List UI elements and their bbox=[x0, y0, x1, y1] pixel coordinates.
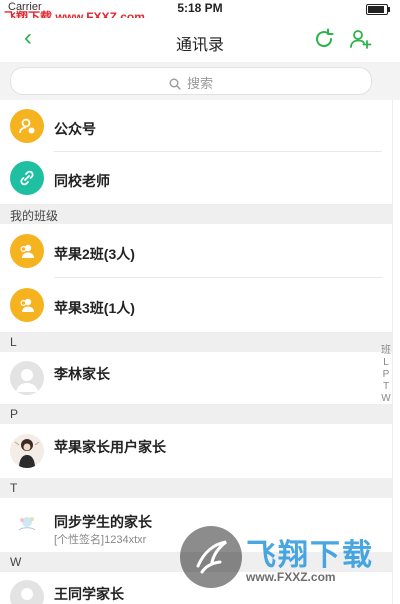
list-item-school-teachers[interactable]: 同校老师 bbox=[0, 152, 392, 204]
section-label: T bbox=[10, 481, 18, 495]
watermark-logo-icon bbox=[180, 526, 242, 588]
alphabet-index-bar[interactable]: 班 L P T W bbox=[380, 345, 392, 405]
list-item-label: 公众号 bbox=[54, 121, 96, 137]
search-placeholder: 搜索 bbox=[186, 76, 213, 91]
page-title: 通讯录 bbox=[175, 37, 224, 54]
section-header-my-classes: 我的班级 bbox=[0, 204, 392, 224]
group-icon bbox=[10, 234, 44, 268]
signature-text: [个性签名]1234xtxr bbox=[54, 534, 147, 546]
list-item-class-2[interactable]: 苹果2班(3人) bbox=[0, 224, 392, 278]
section-header-l: L bbox=[0, 332, 392, 352]
list-item-label: 苹果3班(1人) bbox=[54, 300, 135, 316]
section-label: P bbox=[10, 407, 19, 421]
index-letter[interactable]: L bbox=[380, 357, 392, 369]
scrollbar[interactable] bbox=[392, 100, 400, 604]
watermark-url: www.FXXZ.com bbox=[246, 570, 336, 584]
refresh-icon[interactable] bbox=[312, 27, 336, 51]
group-icon bbox=[10, 288, 44, 322]
avatar bbox=[10, 434, 44, 468]
watermark-bottom: 飞翔下载 www.FXXZ.com bbox=[180, 526, 390, 592]
watermark-title: 飞翔下载 bbox=[246, 539, 374, 572]
nav-bar: ‹ 通讯录 bbox=[0, 18, 400, 62]
link-icon bbox=[10, 161, 44, 195]
search-icon bbox=[169, 78, 181, 90]
section-header-p: P bbox=[0, 404, 392, 424]
search-input[interactable]: 搜索 bbox=[10, 67, 372, 95]
index-letter[interactable]: T bbox=[380, 381, 392, 393]
list-item-class-3[interactable]: 苹果3班(1人) bbox=[0, 278, 392, 332]
default-avatar-icon bbox=[10, 361, 44, 395]
add-friend-icon[interactable] bbox=[348, 27, 372, 51]
index-letter[interactable]: P bbox=[380, 369, 392, 381]
list-item-label: 李林家长 bbox=[54, 366, 110, 382]
section-header-t: T bbox=[0, 478, 392, 498]
default-avatar-icon bbox=[10, 580, 44, 604]
list-item-public-account[interactable]: 公众号 bbox=[0, 100, 392, 152]
list-item-label: 同校老师 bbox=[54, 173, 110, 189]
list-item-label: 同步学生的家长 bbox=[54, 514, 152, 530]
section-label: 我的班级 bbox=[10, 209, 59, 223]
list-item-label: 苹果家长用户家长 bbox=[54, 439, 166, 455]
contact-apple-parent[interactable]: 苹果家长用户家长 bbox=[0, 424, 392, 478]
list-item-label: 王同学家长 bbox=[54, 586, 124, 602]
search-area: 搜索 bbox=[0, 62, 400, 100]
index-letter[interactable]: 班 bbox=[380, 345, 392, 357]
battery-icon bbox=[366, 4, 390, 15]
section-label: W bbox=[10, 555, 22, 569]
index-letter[interactable]: W bbox=[380, 393, 392, 405]
contact-li-lin-parent[interactable]: 李林家长 bbox=[0, 352, 392, 404]
avatar bbox=[10, 508, 44, 542]
list-item-label: 苹果2班(3人) bbox=[54, 246, 135, 262]
public-account-icon bbox=[10, 109, 44, 143]
section-label: L bbox=[10, 335, 17, 349]
